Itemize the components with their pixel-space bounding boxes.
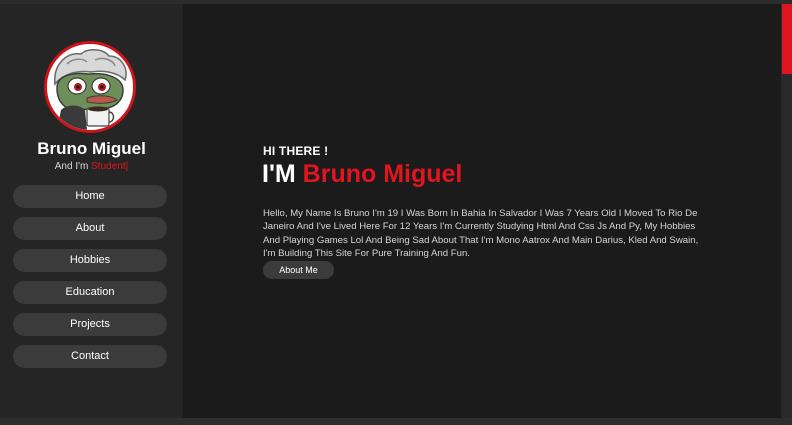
main-content: HI THERE ! I'M Bruno Miguel Hello, My Na… bbox=[183, 4, 781, 418]
subtitle-prefix: And I'm bbox=[54, 161, 92, 172]
hero-greeting: HI THERE ! bbox=[263, 144, 329, 158]
headline-name: Bruno Miguel bbox=[302, 160, 463, 188]
nav-item-education[interactable]: Education bbox=[13, 281, 167, 304]
avatar bbox=[44, 41, 136, 133]
hero-headline: I'M Bruno Miguel bbox=[262, 160, 462, 189]
page-frame: Bruno Miguel And I'm Student| Home About… bbox=[0, 0, 792, 425]
nav-item-projects[interactable]: Projects bbox=[13, 313, 167, 336]
headline-prefix: I'M bbox=[262, 160, 303, 188]
about-me-button[interactable]: About Me bbox=[263, 261, 334, 279]
pepe-cartoon-avatar-icon bbox=[47, 44, 133, 130]
nav-item-hobbies[interactable]: Hobbies bbox=[13, 249, 167, 272]
nav-item-contact[interactable]: Contact bbox=[13, 345, 167, 368]
profile-subtitle: And I'm Student| bbox=[0, 161, 183, 172]
nav-item-home[interactable]: Home bbox=[13, 185, 167, 208]
page-scrollbar[interactable] bbox=[781, 4, 792, 418]
sidebar: Bruno Miguel And I'm Student| Home About… bbox=[0, 4, 183, 418]
scrollbar-thumb[interactable] bbox=[782, 4, 792, 74]
sidebar-nav: Home About Hobbies Education Projects Co… bbox=[13, 185, 167, 377]
subtitle-role: Student| bbox=[91, 161, 129, 172]
hero-bio: Hello, My Name Is Bruno I'm 19 I Was Bor… bbox=[263, 207, 699, 260]
nav-item-about[interactable]: About bbox=[13, 217, 167, 240]
profile-name: Bruno Miguel bbox=[37, 139, 146, 158]
bottom-border bbox=[0, 418, 792, 425]
